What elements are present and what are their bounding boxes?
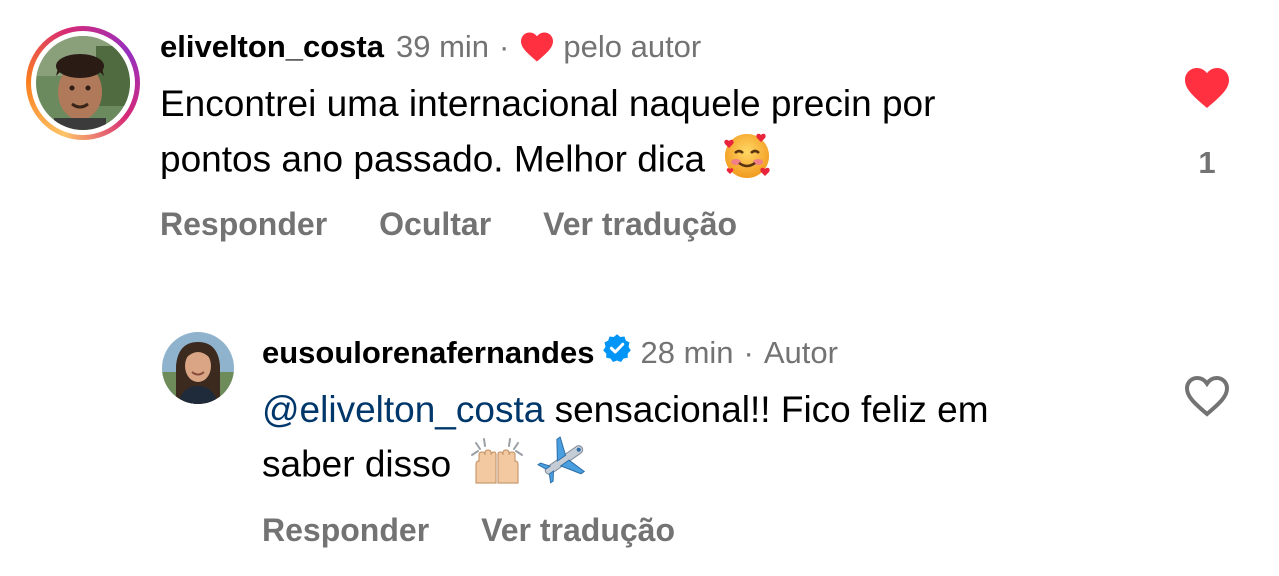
like-area: 1: [1178, 66, 1236, 181]
author-liked-tag: pelo autor: [563, 29, 702, 64]
airplane-emoji: [536, 435, 592, 498]
heart-icon: [519, 31, 555, 63]
avatar[interactable]: [36, 36, 130, 130]
raising-hands-emoji: [468, 435, 526, 498]
comment-text: @elivelton_costa sensacional!! Fico feli…: [262, 385, 1142, 498]
timestamp: 39 min: [395, 29, 490, 64]
separator-dot: ·: [499, 29, 510, 64]
separator-dot: ·: [743, 335, 754, 370]
see-translation-button[interactable]: Ver tradução: [543, 206, 737, 243]
comment-text-line: Encontrei uma internacional naquele prec…: [160, 83, 936, 124]
comment-actions: Responder Ver tradução: [262, 512, 727, 549]
comment-actions: Responder Ocultar Ver tradução: [160, 206, 789, 243]
timestamp: 28 min: [640, 335, 734, 370]
like-count[interactable]: 1: [1198, 145, 1215, 181]
verified-badge-icon: [602, 333, 632, 373]
like-area: [1178, 374, 1236, 423]
see-translation-button[interactable]: Ver tradução: [481, 512, 675, 549]
comment-header: elivelton_costa 39 min · pelo autor: [160, 27, 701, 67]
reply-button[interactable]: Responder: [160, 206, 327, 243]
author-tag: Autor: [763, 335, 838, 370]
comment-text-line: saber disso: [262, 435, 1142, 498]
heart-outline-icon[interactable]: [1183, 374, 1231, 423]
username[interactable]: elivelton_costa: [160, 27, 384, 67]
comment-header: eusoulorenafernandes 28 min · Autor: [262, 333, 838, 373]
comment-text-line: @elivelton_costa sensacional!! Fico feli…: [262, 389, 989, 430]
smiling-face-with-hearts-emoji: [721, 129, 773, 194]
username[interactable]: eusoulorenafernandes: [262, 333, 594, 373]
comment-text-line: pontos ano passado. Melhor dica: [160, 129, 1120, 194]
hide-button[interactable]: Ocultar: [379, 206, 491, 243]
heart-filled-icon[interactable]: [1183, 66, 1231, 115]
comment-text: Encontrei uma internacional naquele prec…: [160, 79, 1120, 194]
reply-button[interactable]: Responder: [262, 512, 429, 549]
avatar[interactable]: [162, 332, 234, 404]
comment-elivelton: elivelton_costa 39 min · pelo autor Enco…: [0, 0, 1279, 280]
comment-eusoulorenafernandes: eusoulorenafernandes 28 min · Autor @eli…: [0, 300, 1279, 576]
mention-link[interactable]: @elivelton_costa: [262, 389, 544, 430]
